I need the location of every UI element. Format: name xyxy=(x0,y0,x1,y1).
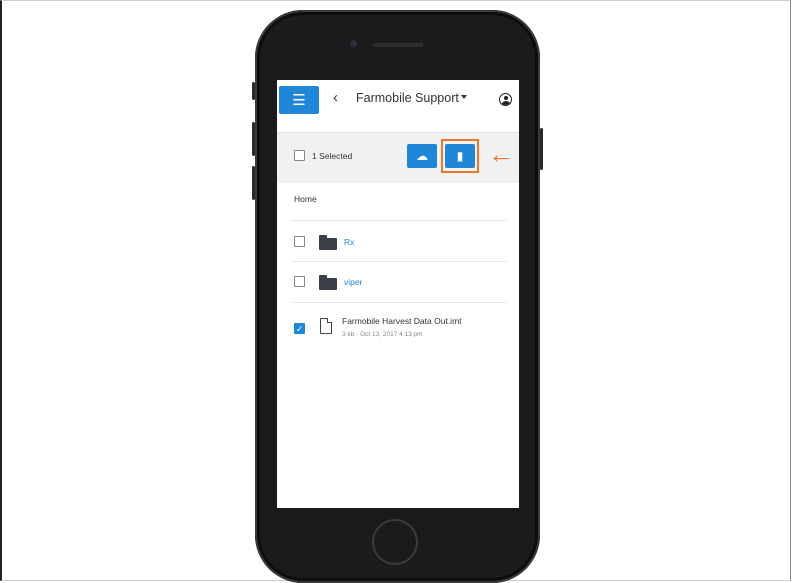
volume-down-button xyxy=(252,166,255,200)
breadcrumb[interactable]: Home xyxy=(294,194,317,204)
chevron-left-icon[interactable]: ‹ xyxy=(333,89,338,106)
volume-up-button xyxy=(252,122,255,156)
caret-down-icon[interactable] xyxy=(461,95,467,99)
cloud-upload-icon: ☁ xyxy=(416,149,428,163)
folder-icon xyxy=(319,275,337,290)
folder-name-link[interactable]: Rx xyxy=(344,237,354,247)
hamburger-menu-button[interactable]: ☰ xyxy=(279,86,319,114)
row-checkbox-checked[interactable]: ✓ xyxy=(294,323,305,334)
app-header: ☰ ‹ Farmobile Support xyxy=(277,80,519,133)
file-size: 3 kb xyxy=(342,331,355,338)
row-checkbox[interactable] xyxy=(294,276,305,287)
home-button[interactable] xyxy=(372,519,418,565)
file-icon xyxy=(320,318,332,334)
delete-highlight-callout xyxy=(441,139,479,173)
folder-name-link[interactable]: viper xyxy=(344,277,362,287)
account-selector[interactable]: Farmobile Support xyxy=(356,91,459,105)
arrow-left-icon: ← xyxy=(488,139,514,169)
file-date: Oct 13, 2017 4:13 pm xyxy=(360,331,423,338)
folder-icon xyxy=(319,235,337,250)
file-name[interactable]: Farmobile Harvest Data Out.imt xyxy=(342,316,462,326)
account-circle-icon[interactable] xyxy=(499,93,512,106)
selection-toolbar: 1 Selected ☁ ▮ ← xyxy=(277,133,519,183)
hamburger-menu-icon: ☰ xyxy=(292,92,306,109)
selection-count: 1 Selected xyxy=(312,151,353,161)
app-screen: ☰ ‹ Farmobile Support 1 Selected ☁ ▮ ← H… xyxy=(277,80,519,508)
mute-switch xyxy=(252,82,255,100)
row-checkbox[interactable] xyxy=(294,236,305,247)
divider xyxy=(291,261,507,262)
divider xyxy=(291,302,507,303)
earpiece-speaker xyxy=(373,43,423,47)
phone-device: ☰ ‹ Farmobile Support 1 Selected ☁ ▮ ← H… xyxy=(252,10,543,583)
power-button xyxy=(540,128,543,170)
divider xyxy=(291,220,507,221)
upload-button[interactable]: ☁ xyxy=(407,144,437,168)
front-camera xyxy=(350,40,357,47)
file-meta: 3 kb · Oct 13, 2017 4:13 pm xyxy=(342,331,423,338)
select-all-checkbox[interactable] xyxy=(294,150,305,161)
